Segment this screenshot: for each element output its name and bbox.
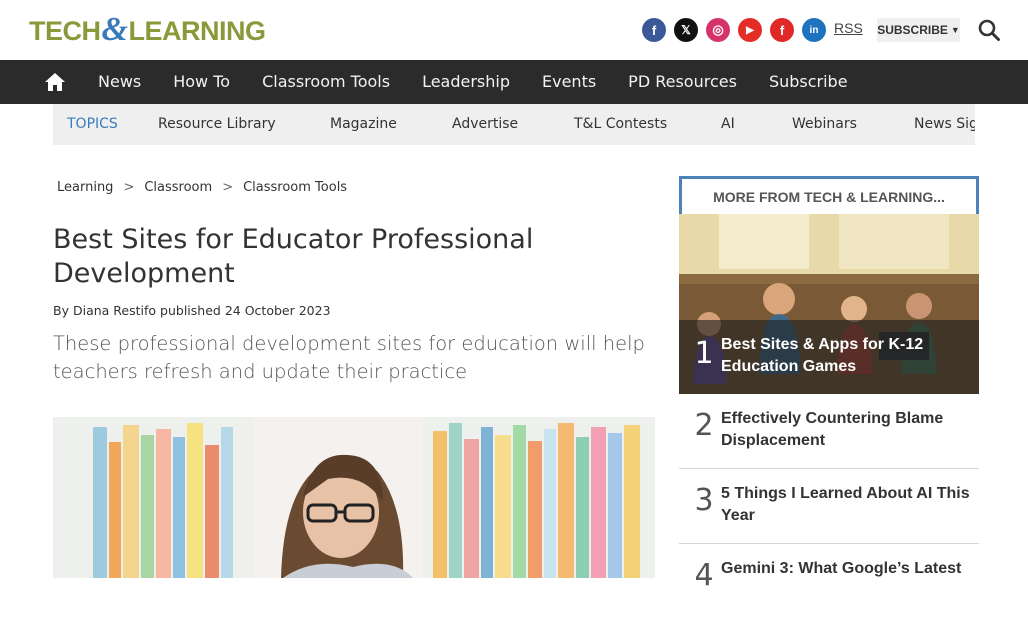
- sidebar-item-4[interactable]: 4 Gemini 3: What Google’s Latest: [679, 544, 979, 619]
- flipboard-icon[interactable]: f: [770, 18, 794, 42]
- breadcrumb-item[interactable]: Classroom: [144, 180, 212, 195]
- topics-bar: TOPICS Resource Library Magazine Adverti…: [53, 104, 975, 145]
- article-title: Best Sites for Educator Professional Dev…: [53, 224, 534, 289]
- sidebar-item-title: 5 Things I Learned About AI This Year: [721, 485, 970, 524]
- search-icon[interactable]: [977, 18, 1001, 42]
- topic-tl-contests[interactable]: T&L Contests: [574, 104, 667, 145]
- caret-down-icon: ▼: [950, 25, 960, 35]
- logo-text-tech: TECH: [29, 16, 101, 46]
- nav-item-how-to[interactable]: How To: [157, 60, 246, 104]
- nav-item-pd-resources[interactable]: PD Resources: [612, 60, 753, 104]
- rank-number: 3: [694, 483, 714, 518]
- topics-label: TOPICS: [67, 116, 118, 132]
- main-navigation: News How To Classroom Tools Leadership E…: [0, 60, 1028, 104]
- nav-item-leadership[interactable]: Leadership: [406, 60, 526, 104]
- rank-number: 2: [694, 408, 714, 443]
- instagram-icon[interactable]: ◎: [706, 18, 730, 42]
- sidebar-item-1[interactable]: 1 Best Sites & Apps for K-12 Education G…: [679, 320, 979, 394]
- subscribe-dropdown-button[interactable]: SUBSCRIBE ▼: [877, 18, 960, 42]
- facebook-icon[interactable]: f: [642, 18, 666, 42]
- topic-ai[interactable]: AI: [721, 104, 735, 145]
- sidebar-item-title: Best Sites & Apps for K-12 Education Gam…: [721, 336, 924, 375]
- topic-webinars[interactable]: Webinars: [792, 104, 857, 145]
- more-from-sidebar: MORE FROM TECH & LEARNING... 1 Best Site…: [679, 176, 979, 593]
- rank-number: 1: [694, 336, 714, 371]
- nav-item-news[interactable]: News: [82, 60, 157, 104]
- logo-text-learning: LEARNING: [128, 16, 266, 46]
- nav-item-events[interactable]: Events: [526, 60, 612, 104]
- topic-news-signup[interactable]: News Sig: [914, 104, 975, 145]
- breadcrumb-item[interactable]: Classroom Tools: [243, 180, 347, 195]
- topic-resource-library[interactable]: Resource Library: [158, 104, 276, 145]
- nav-item-subscribe[interactable]: Subscribe: [753, 60, 864, 104]
- rss-link[interactable]: RSS: [834, 20, 863, 36]
- article-strapline: These professional development sites for…: [53, 332, 645, 383]
- site-logo[interactable]: TECH&LEARNING: [29, 11, 266, 48]
- article-byline: By Diana Restifo published 24 October 20…: [53, 303, 331, 318]
- sidebar-item-3[interactable]: 3 5 Things I Learned About AI This Year: [679, 469, 979, 544]
- breadcrumb-separator: >: [222, 180, 234, 195]
- subscribe-label: SUBSCRIBE: [877, 23, 948, 37]
- breadcrumb-item[interactable]: Learning: [57, 180, 113, 195]
- breadcrumb-separator: >: [123, 180, 135, 195]
- topic-magazine[interactable]: Magazine: [330, 104, 397, 145]
- logo-ampersand: &: [101, 11, 128, 48]
- topic-advertise[interactable]: Advertise: [452, 104, 518, 145]
- author-link[interactable]: Diana Restifo: [73, 303, 156, 318]
- rank-number: 4: [694, 558, 714, 593]
- linkedin-icon[interactable]: in: [802, 18, 826, 42]
- sidebar-item-title: Gemini 3: What Google’s Latest: [721, 560, 962, 577]
- sidebar-item-2[interactable]: 2 Effectively Countering Blame Displacem…: [679, 394, 979, 469]
- home-icon[interactable]: [44, 71, 66, 93]
- breadcrumb: Learning > Classroom > Classroom Tools: [57, 180, 347, 195]
- publish-date: 24 October 2023: [224, 303, 331, 318]
- top-header: TECH&LEARNING f 𝕏 ◎ ▶ f in RSS SUBSCRIBE…: [0, 0, 1028, 60]
- social-links: f 𝕏 ◎ ▶ f in: [642, 18, 826, 42]
- x-icon[interactable]: 𝕏: [674, 18, 698, 42]
- sidebar-item-title: Effectively Countering Blame Displacemen…: [721, 410, 944, 449]
- hero-image: [53, 417, 655, 578]
- nav-item-classroom-tools[interactable]: Classroom Tools: [246, 60, 406, 104]
- sidebar-heading: MORE FROM TECH & LEARNING...: [679, 176, 979, 216]
- youtube-icon[interactable]: ▶: [738, 18, 762, 42]
